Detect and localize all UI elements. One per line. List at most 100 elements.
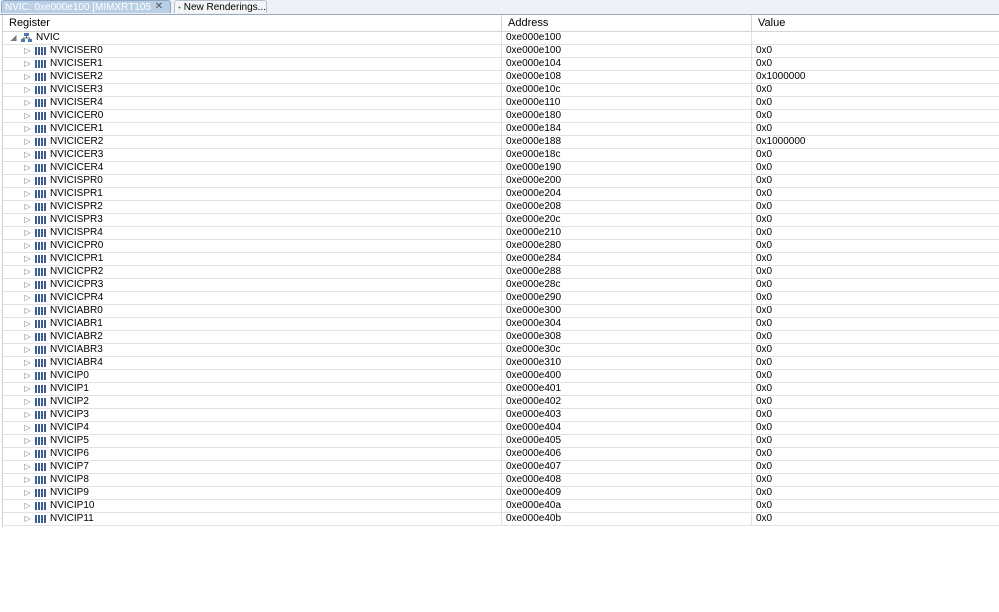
table-row[interactable]: ▷ NVICICER3 0xe000e18c 0x0 [3, 149, 999, 162]
expand-arrow-icon[interactable]: ▷ [23, 201, 32, 213]
table-row[interactable]: ▷ NVICISER3 0xe000e10c 0x0 [3, 84, 999, 97]
expand-arrow-icon[interactable]: ▷ [23, 136, 32, 148]
table-row[interactable]: ▷ NVICICPR0 0xe000e280 0x0 [3, 240, 999, 253]
table-row[interactable]: ▷ NVICIP0 0xe000e400 0x0 [3, 370, 999, 383]
table-row[interactable]: ▷ NVICISPR2 0xe000e208 0x0 [3, 201, 999, 214]
register-value[interactable]: 0x0 [751, 201, 999, 213]
register-value[interactable]: 0x0 [751, 383, 999, 395]
register-value[interactable]: 0x0 [751, 162, 999, 174]
table-row[interactable]: ▷ NVICIP1 0xe000e401 0x0 [3, 383, 999, 396]
table-row[interactable]: ▷ NVICICER2 0xe000e188 0x1000000 [3, 136, 999, 149]
register-value[interactable]: 0x0 [751, 175, 999, 187]
expand-arrow-icon[interactable]: ▷ [23, 71, 32, 83]
tab-nvic-rendering[interactable]: NVIC: 0xe000e100 [MIMXRT1052xxxxx] ✕ [1, 0, 171, 13]
table-row[interactable]: ▷ NVICISER2 0xe000e108 0x1000000 [3, 71, 999, 84]
expand-arrow-icon[interactable]: ▷ [23, 266, 32, 278]
expand-arrow-icon[interactable]: ▷ [23, 461, 32, 473]
register-value[interactable]: 0x0 [751, 448, 999, 460]
register-value[interactable]: 0x0 [751, 331, 999, 343]
expand-arrow-icon[interactable]: ▷ [23, 175, 32, 187]
register-value[interactable]: 0x0 [751, 149, 999, 161]
register-value[interactable]: 0x0 [751, 409, 999, 421]
table-row[interactable]: ▷ NVICISER0 0xe000e100 0x0 [3, 45, 999, 58]
expand-arrow-icon[interactable]: ▷ [23, 370, 32, 382]
register-value[interactable]: 0x0 [751, 84, 999, 96]
expand-arrow-icon[interactable]: ▷ [23, 149, 32, 161]
table-row[interactable]: ▷ NVICIABR1 0xe000e304 0x0 [3, 318, 999, 331]
column-header-register[interactable]: Register [3, 15, 501, 31]
table-row[interactable]: ▷ NVICICPR2 0xe000e288 0x0 [3, 266, 999, 279]
register-value[interactable]: 0x0 [751, 188, 999, 200]
table-row[interactable]: ▷ NVICICER4 0xe000e190 0x0 [3, 162, 999, 175]
expand-arrow-icon[interactable]: ▷ [23, 84, 32, 96]
expand-arrow-icon[interactable]: ▷ [23, 45, 32, 57]
table-row[interactable]: ▷ NVICIP2 0xe000e402 0x0 [3, 396, 999, 409]
expand-arrow-icon[interactable]: ▷ [23, 513, 32, 525]
expand-arrow-icon[interactable]: ▷ [23, 279, 32, 291]
register-value[interactable]: 0x0 [751, 500, 999, 512]
table-row[interactable]: ▷ NVICISPR3 0xe000e20c 0x0 [3, 214, 999, 227]
table-row[interactable]: ▷ NVICISPR4 0xe000e210 0x0 [3, 227, 999, 240]
table-row[interactable]: ▷ NVICICPR3 0xe000e28c 0x0 [3, 279, 999, 292]
expand-arrow-icon[interactable]: ▷ [23, 448, 32, 460]
expand-arrow-icon[interactable]: ▷ [23, 383, 32, 395]
table-row[interactable]: ▷ NVICIABR4 0xe000e310 0x0 [3, 357, 999, 370]
register-value[interactable]: 0x0 [751, 253, 999, 265]
register-value[interactable]: 0x0 [751, 435, 999, 447]
column-header-address[interactable]: Address [501, 15, 751, 31]
register-value[interactable]: 0x0 [751, 357, 999, 369]
table-row[interactable]: ▷ NVICIABR2 0xe000e308 0x0 [3, 331, 999, 344]
register-value[interactable]: 0x0 [751, 240, 999, 252]
register-value[interactable]: 0x0 [751, 266, 999, 278]
expand-arrow-icon[interactable]: ▷ [23, 123, 32, 135]
register-value[interactable]: 0x0 [751, 318, 999, 330]
expand-arrow-icon[interactable]: ▷ [23, 240, 32, 252]
register-value[interactable]: 0x0 [751, 279, 999, 291]
table-row[interactable]: ▷ NVICIP6 0xe000e406 0x0 [3, 448, 999, 461]
register-value[interactable]: 0x0 [751, 474, 999, 486]
expand-arrow-icon[interactable]: ▷ [23, 227, 32, 239]
register-value[interactable]: 0x1000000 [751, 136, 999, 148]
expand-arrow-icon[interactable]: ▷ [23, 162, 32, 174]
table-row[interactable]: ▷ NVICIABR3 0xe000e30c 0x0 [3, 344, 999, 357]
register-value[interactable]: 0x0 [751, 370, 999, 382]
table-row[interactable]: ▷ NVICICER1 0xe000e184 0x0 [3, 123, 999, 136]
table-row[interactable]: ▷ NVICISPR0 0xe000e200 0x0 [3, 175, 999, 188]
table-row[interactable]: ▷ NVICIP10 0xe000e40a 0x0 [3, 500, 999, 513]
register-value[interactable]: 0x0 [751, 422, 999, 434]
close-icon[interactable]: ✕ [154, 2, 164, 12]
expand-arrow-icon[interactable]: ▷ [23, 422, 32, 434]
register-value[interactable]: 0x0 [751, 214, 999, 226]
expand-arrow-icon[interactable]: ▷ [23, 318, 32, 330]
expand-arrow-icon[interactable]: ▷ [23, 396, 32, 408]
register-value[interactable]: 0x1000000 [751, 71, 999, 83]
group-row-nvic[interactable]: ◢ NVIC 0xe000e100 [3, 32, 999, 45]
register-value[interactable]: 0x0 [751, 58, 999, 70]
register-value[interactable]: 0x0 [751, 396, 999, 408]
register-value[interactable]: 0x0 [751, 513, 999, 525]
expand-arrow-icon[interactable]: ▷ [23, 97, 32, 109]
table-row[interactable]: ▷ NVICIP5 0xe000e405 0x0 [3, 435, 999, 448]
expand-arrow-icon[interactable]: ▷ [23, 214, 32, 226]
table-row[interactable]: ▷ NVICICPR1 0xe000e284 0x0 [3, 253, 999, 266]
table-row[interactable]: ▷ NVICICER0 0xe000e180 0x0 [3, 110, 999, 123]
register-value[interactable]: 0x0 [751, 292, 999, 304]
collapse-arrow-icon[interactable]: ◢ [9, 32, 18, 44]
table-row[interactable]: ▷ NVICIP3 0xe000e403 0x0 [3, 409, 999, 422]
register-value[interactable]: 0x0 [751, 305, 999, 317]
register-value[interactable]: 0x0 [751, 461, 999, 473]
expand-arrow-icon[interactable]: ▷ [23, 474, 32, 486]
new-renderings-tab[interactable]: New Renderings... [174, 0, 267, 13]
table-row[interactable]: ▷ NVICISER4 0xe000e110 0x0 [3, 97, 999, 110]
column-header-value[interactable]: Value [751, 15, 999, 31]
expand-arrow-icon[interactable]: ▷ [23, 188, 32, 200]
table-row[interactable]: ▷ NVICIP8 0xe000e408 0x0 [3, 474, 999, 487]
expand-arrow-icon[interactable]: ▷ [23, 292, 32, 304]
table-row[interactable]: ▷ NVICIABR0 0xe000e300 0x0 [3, 305, 999, 318]
expand-arrow-icon[interactable]: ▷ [23, 487, 32, 499]
register-value[interactable]: 0x0 [751, 45, 999, 57]
expand-arrow-icon[interactable]: ▷ [23, 500, 32, 512]
table-row[interactable]: ▷ NVICIP7 0xe000e407 0x0 [3, 461, 999, 474]
table-row[interactable]: ▷ NVICIP9 0xe000e409 0x0 [3, 487, 999, 500]
register-value[interactable]: 0x0 [751, 487, 999, 499]
